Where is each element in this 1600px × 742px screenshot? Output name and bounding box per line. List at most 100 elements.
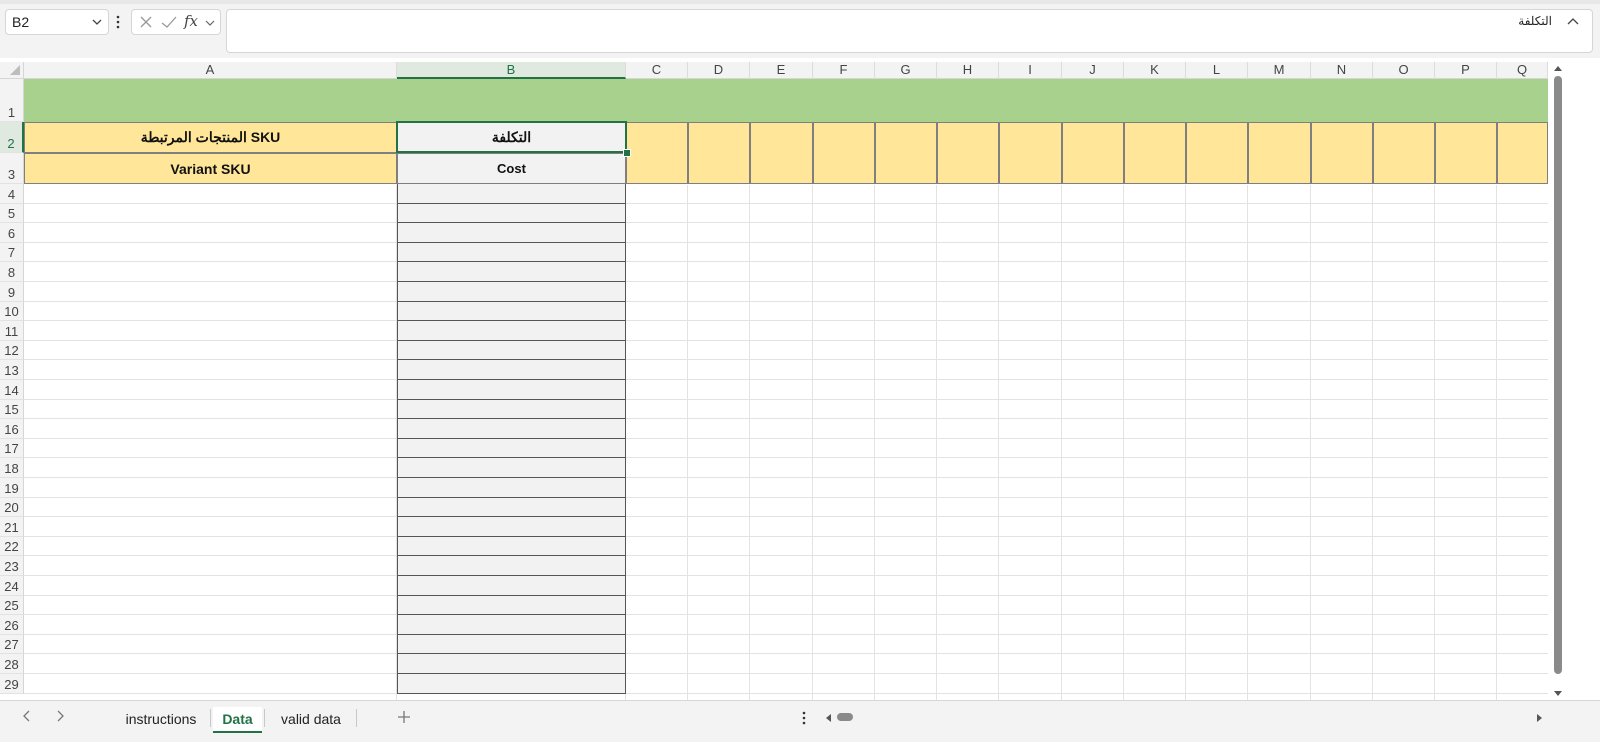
column-header-e[interactable]: E <box>750 62 813 79</box>
fx-icon[interactable]: 𝑓x <box>184 12 198 30</box>
cell-m2-header[interactable] <box>1248 122 1311 184</box>
name-box[interactable]: B2 <box>5 9 109 35</box>
column-header-n[interactable]: N <box>1311 62 1373 79</box>
cell-c2-header[interactable] <box>626 122 688 184</box>
cell-h2-header[interactable] <box>937 122 999 184</box>
row-header-21[interactable]: 21 <box>0 517 24 537</box>
row-header-29[interactable]: 29 <box>0 674 24 694</box>
cell-b9[interactable] <box>397 282 626 302</box>
cancel-x-icon[interactable] <box>138 13 154 36</box>
sheet-tab-valid-data[interactable]: valid data <box>270 707 352 733</box>
column-header-c[interactable]: C <box>626 62 688 79</box>
cell-d2-header[interactable] <box>688 122 750 184</box>
column-header-p[interactable]: P <box>1435 62 1497 79</box>
select-all-corner[interactable] <box>0 62 24 79</box>
row-header-15[interactable]: 15 <box>0 399 24 420</box>
row-header-18[interactable]: 18 <box>0 458 24 478</box>
sheet-tab-data[interactable]: Data <box>213 707 262 733</box>
cell-b26[interactable] <box>397 615 626 635</box>
row-header-2[interactable]: 2 <box>0 122 24 153</box>
horizontal-scroll-thumb[interactable] <box>837 713 853 721</box>
sheet-tab-instructions[interactable]: instructions <box>113 707 209 733</box>
cell-g2-header[interactable] <box>875 122 937 184</box>
column-header-m[interactable]: M <box>1248 62 1311 79</box>
cell-b25[interactable] <box>397 595 626 616</box>
column-header-h[interactable]: H <box>937 62 999 79</box>
cell-i2-header[interactable] <box>999 122 1062 184</box>
cell-n2-header[interactable] <box>1311 122 1373 184</box>
column-header-b[interactable]: B <box>397 62 626 79</box>
scroll-down-icon[interactable] <box>1553 690 1563 698</box>
column-header-o[interactable]: O <box>1373 62 1435 79</box>
cell-b24[interactable] <box>397 576 626 596</box>
row-header-12[interactable]: 12 <box>0 340 24 361</box>
cell-b18[interactable] <box>397 458 626 478</box>
cell-k2-header[interactable] <box>1124 122 1186 184</box>
formula-input[interactable]: التكلفة <box>226 9 1593 53</box>
row-header-13[interactable]: 13 <box>0 360 24 380</box>
cell-b23[interactable] <box>397 556 626 576</box>
scroll-left-icon[interactable] <box>824 713 832 723</box>
collapse-chevron-icon[interactable] <box>1566 15 1580 27</box>
cell-f2-header[interactable] <box>813 122 875 184</box>
more-vertical-icon[interactable] <box>114 12 122 32</box>
cell-b7[interactable] <box>397 242 626 263</box>
column-header-f[interactable]: F <box>813 62 875 79</box>
row-header-10[interactable]: 10 <box>0 301 24 322</box>
vertical-scrollbar[interactable] <box>1549 62 1568 715</box>
column-header-g[interactable]: G <box>875 62 937 79</box>
cell-A2[interactable]: SKU المنتجات المرتبطة <box>24 122 397 153</box>
row-header-14[interactable]: 14 <box>0 380 24 400</box>
row-header-5[interactable]: 5 <box>0 203 24 224</box>
fill-handle[interactable] <box>623 149 631 157</box>
row-header-27[interactable]: 27 <box>0 634 24 655</box>
cell-l2-header[interactable] <box>1186 122 1248 184</box>
more-vertical-icon[interactable] <box>801 709 807 727</box>
row-header-20[interactable]: 20 <box>0 497 24 518</box>
row-header-11[interactable]: 11 <box>0 321 24 341</box>
row-header-7[interactable]: 7 <box>0 242 24 263</box>
add-sheet-icon[interactable] <box>396 709 412 725</box>
next-sheet-icon[interactable] <box>53 709 67 723</box>
row-header-16[interactable]: 16 <box>0 419 24 439</box>
cell-b19[interactable] <box>397 478 626 498</box>
chevron-down-icon[interactable] <box>204 13 216 36</box>
cell-b17[interactable] <box>397 438 626 459</box>
cell-b4[interactable] <box>397 184 626 204</box>
scroll-right-icon[interactable] <box>1536 713 1544 723</box>
row-header-25[interactable]: 25 <box>0 595 24 616</box>
cell-b15[interactable] <box>397 399 626 420</box>
cell-b5[interactable] <box>397 203 626 224</box>
column-header-j[interactable]: J <box>1062 62 1124 79</box>
row-header-8[interactable]: 8 <box>0 262 24 282</box>
row-header-26[interactable]: 26 <box>0 615 24 635</box>
row-header-6[interactable]: 6 <box>0 223 24 243</box>
cell-b16[interactable] <box>397 419 626 439</box>
cell-b13[interactable] <box>397 360 626 380</box>
cell-b29[interactable] <box>397 674 626 694</box>
column-header-d[interactable]: D <box>688 62 750 79</box>
column-header-k[interactable]: K <box>1124 62 1186 79</box>
cell-b12[interactable] <box>397 340 626 361</box>
cell-b10[interactable] <box>397 301 626 322</box>
cell-e2-header[interactable] <box>750 122 813 184</box>
row-header-19[interactable]: 19 <box>0 478 24 498</box>
cell-B3[interactable]: Cost <box>397 153 626 184</box>
cell-A3[interactable]: Variant SKU <box>24 153 397 184</box>
cell-b28[interactable] <box>397 654 626 674</box>
cell-b6[interactable] <box>397 223 626 243</box>
row-header-28[interactable]: 28 <box>0 654 24 674</box>
column-header-a[interactable]: A <box>24 62 397 79</box>
column-header-q[interactable]: Q <box>1497 62 1548 79</box>
cell-j2-header[interactable] <box>1062 122 1124 184</box>
cell-b11[interactable] <box>397 321 626 341</box>
row-header-1[interactable]: 1 <box>0 79 24 122</box>
chevron-down-icon[interactable] <box>90 14 104 30</box>
row-header-9[interactable]: 9 <box>0 282 24 302</box>
row-header-3[interactable]: 3 <box>0 153 24 184</box>
check-icon[interactable] <box>160 13 178 36</box>
prev-sheet-icon[interactable] <box>20 709 34 723</box>
row-header-17[interactable]: 17 <box>0 438 24 459</box>
row-header-4[interactable]: 4 <box>0 184 24 204</box>
cell-q2-header[interactable] <box>1497 122 1548 184</box>
